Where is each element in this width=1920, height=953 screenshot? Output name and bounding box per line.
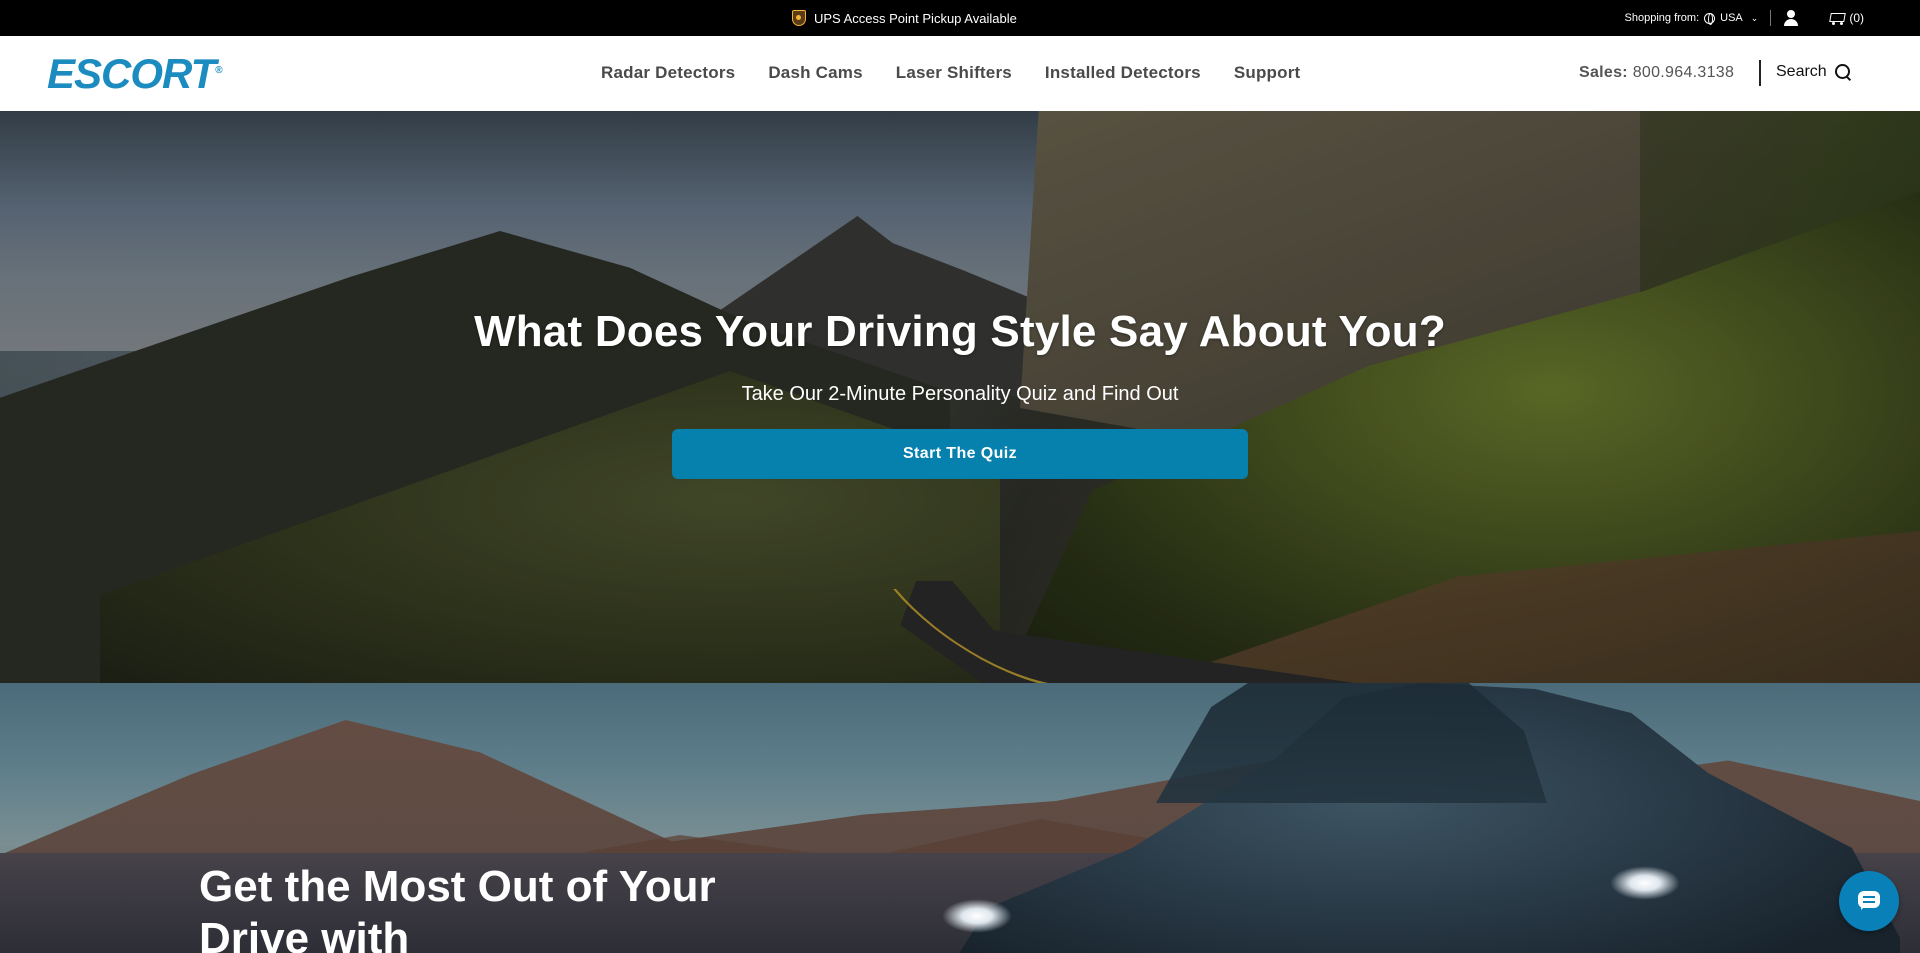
nav-radar-detectors[interactable]: Radar Detectors: [601, 63, 735, 83]
sales-number: 800.964.3138: [1632, 64, 1735, 81]
chat-icon: [1858, 891, 1880, 910]
utility-right: Shopping from: USA ⌄ (0): [1625, 10, 1864, 26]
sales-label: Sales:: [1579, 64, 1628, 81]
search-icon: [1834, 64, 1851, 80]
country-selector[interactable]: Shopping from: USA ⌄: [1624, 12, 1759, 25]
divider: [1770, 10, 1772, 26]
sales-phone[interactable]: Sales: 800.964.3138: [1579, 64, 1734, 82]
cart-button[interactable]: (0): [1827, 11, 1864, 25]
search-button[interactable]: Search: [1776, 63, 1851, 81]
ups-notice[interactable]: UPS Access Point Pickup Available: [792, 10, 1017, 26]
logo-text: ESCORT: [47, 50, 216, 97]
header-divider: [1759, 60, 1761, 86]
start-quiz-button[interactable]: Start The Quiz: [672, 429, 1248, 479]
country-value: USA: [1720, 12, 1743, 24]
nav-laser-shifters[interactable]: Laser Shifters: [896, 63, 1012, 83]
headlight-left: [942, 899, 1012, 933]
product-hero-title: Get the Most Out of Your Drive with: [199, 862, 716, 953]
globe-icon: [1704, 12, 1716, 25]
main-nav: Radar Detectors Dash Cams Laser Shifters…: [601, 63, 1300, 83]
product-hero: Get the Most Out of Your Drive with: [0, 683, 1920, 953]
quiz-hero-subtitle: Take Our 2-Minute Personality Quiz and F…: [741, 383, 1179, 405]
chat-launcher-button[interactable]: [1839, 871, 1899, 931]
logo-mark: ®: [215, 65, 222, 76]
ups-notice-text: UPS Access Point Pickup Available: [814, 10, 1017, 26]
user-icon[interactable]: [1783, 10, 1799, 26]
escort-logo[interactable]: ESCORT®: [47, 50, 223, 98]
cart-count: (0): [1849, 11, 1864, 25]
ups-icon: [792, 10, 806, 26]
site-header: ESCORT® Radar Detectors Dash Cams Laser …: [0, 36, 1920, 111]
chevron-down-icon: ⌄: [1750, 12, 1759, 23]
quiz-hero-content: What Does Your Driving Style Say About Y…: [0, 111, 1920, 683]
cart-icon: [1827, 11, 1845, 25]
nav-installed-detectors[interactable]: Installed Detectors: [1045, 63, 1201, 83]
shopping-from-label: Shopping from:: [1624, 12, 1700, 24]
headlight-right: [1610, 866, 1680, 900]
nav-support[interactable]: Support: [1234, 63, 1301, 83]
nav-dash-cams[interactable]: Dash Cams: [768, 63, 862, 83]
search-label: Search: [1776, 63, 1827, 80]
quiz-hero-title: What Does Your Driving Style Say About Y…: [474, 307, 1446, 356]
quiz-hero: What Does Your Driving Style Say About Y…: [0, 111, 1920, 683]
utility-bar: UPS Access Point Pickup Available Shoppi…: [0, 0, 1920, 36]
